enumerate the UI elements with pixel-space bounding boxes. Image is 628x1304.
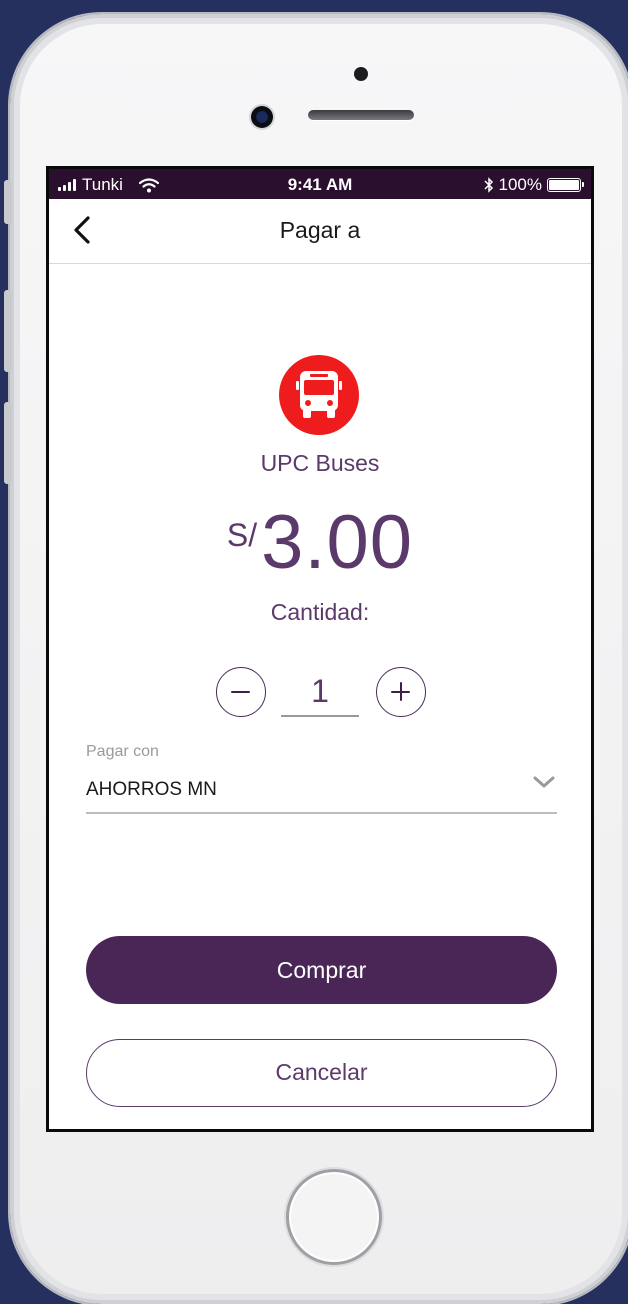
earpiece-speaker — [308, 110, 414, 120]
home-button[interactable] — [286, 1169, 382, 1265]
minus-icon — [231, 690, 250, 693]
front-camera — [251, 106, 273, 128]
page-title: Pagar a — [279, 217, 361, 243]
buy-button[interactable]: Comprar — [86, 936, 557, 1004]
decrement-button[interactable] — [216, 667, 266, 717]
increment-button[interactable] — [376, 667, 426, 717]
quantity-label: Cantidad: — [270, 599, 370, 625]
app-screen: Tunki 9:41 AM 100% Pagar a UPC Buses S/3… — [46, 166, 594, 1132]
payment-method-label: Pagar con — [86, 743, 159, 760]
payment-method-value: AHORROS MN — [86, 779, 217, 800]
battery-icon — [547, 178, 584, 192]
front-sensor — [354, 67, 368, 81]
quantity-input[interactable]: 1 — [281, 669, 359, 717]
bluetooth-icon — [483, 177, 493, 193]
amount-display: S/3.00 — [49, 499, 591, 586]
volume-up-button — [4, 290, 12, 372]
merchant-logo — [279, 355, 359, 435]
battery-percentage: 100% — [498, 175, 542, 194]
currency-symbol: S/ — [226, 517, 258, 553]
chevron-down-icon — [533, 776, 555, 788]
amount-value: 3.00 — [261, 500, 414, 585]
cancel-button[interactable]: Cancelar — [86, 1039, 557, 1107]
bus-icon — [296, 371, 342, 418]
mute-switch — [4, 180, 12, 224]
payment-method-select[interactable]: AHORROS MN — [86, 767, 557, 814]
status-bar: Tunki 9:41 AM 100% — [49, 169, 591, 199]
navigation-bar: Pagar a — [49, 199, 591, 264]
volume-down-button — [4, 402, 12, 484]
merchant-name: UPC Buses — [260, 450, 380, 476]
